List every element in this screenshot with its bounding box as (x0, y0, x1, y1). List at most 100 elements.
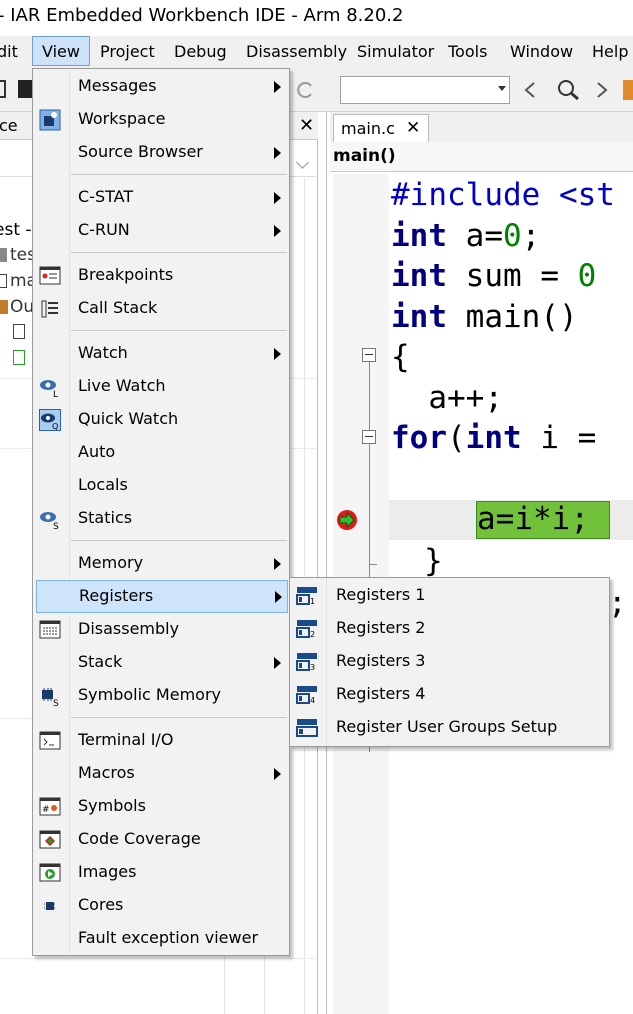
submenu-item-registers-3[interactable]: 3 Registers 3 (290, 645, 609, 678)
function-name: main() (333, 146, 396, 166)
menu-item-disassembly[interactable]: Disassembly (33, 613, 289, 646)
code-line[interactable]: #include <st (391, 177, 615, 213)
function-bar[interactable]: main() (330, 142, 633, 172)
close-icon[interactable]: ✕ (406, 118, 420, 138)
menu-item-breakpoints[interactable]: Breakpoints (33, 259, 289, 292)
menu-item-auto[interactable]: Auto (33, 436, 289, 469)
code-line[interactable]: { (391, 339, 410, 375)
collapse-icon[interactable] (362, 430, 376, 444)
code-line[interactable]: int sum = 0 (391, 258, 596, 294)
symbols-icon: # (39, 797, 61, 816)
search-icon[interactable] (556, 78, 582, 102)
chevron-right-icon[interactable] (594, 80, 610, 100)
submenu-arrow-icon (274, 81, 281, 93)
menu-separator (71, 717, 287, 718)
menu-simulator[interactable]: Simulator (357, 36, 434, 68)
code-line[interactable]: int main() (391, 299, 578, 335)
menu-item-locals[interactable]: Locals (33, 469, 289, 502)
menu-item-statics[interactable]: S Statics (33, 502, 289, 535)
file-icon (13, 350, 25, 365)
new-file-icon[interactable] (0, 80, 6, 98)
menu-separator (71, 252, 287, 253)
code-line[interactable]: a=i*i; (477, 501, 589, 537)
breakpoints-icon (39, 266, 61, 285)
menu-view[interactable]: View (32, 36, 90, 66)
menu-bar: dit View Project Debug Disassembly Simul… (0, 36, 633, 68)
svg-text:4: 4 (310, 696, 315, 705)
submenu-arrow-icon (274, 657, 281, 669)
menu-tools[interactable]: Tools (448, 36, 487, 68)
svg-text:1: 1 (310, 597, 315, 606)
submenu-item-registers-1[interactable]: 1 Registers 1 (290, 579, 609, 612)
menu-item-macros[interactable]: Macros (33, 757, 289, 790)
find-combobox[interactable] (340, 76, 510, 104)
call-stack-icon (41, 300, 58, 318)
tree-project-item[interactable]: est - (0, 220, 32, 240)
menu-project[interactable]: Project (100, 36, 155, 68)
submenu-arrow-icon (274, 147, 281, 159)
menu-item-terminal-io[interactable]: Terminal I/O (33, 724, 289, 757)
tab-label: main.c (341, 119, 395, 138)
tree-item[interactable]: Ou (10, 297, 34, 317)
menu-item-watch[interactable]: Watch (33, 337, 289, 370)
view-menu: Messages Workspace Source Browser C-STAT… (32, 68, 290, 956)
menu-separator (71, 330, 287, 331)
svg-text:S: S (53, 699, 59, 707)
menu-item-c-run[interactable]: C-RUN (33, 214, 289, 247)
code-line[interactable]: } (424, 543, 443, 579)
menu-item-workspace[interactable]: Workspace (33, 103, 289, 136)
submenu-arrow-icon (274, 348, 281, 360)
menu-item-c-stat[interactable]: C-STAT (33, 181, 289, 214)
menu-item-stack[interactable]: Stack (33, 646, 289, 679)
close-icon[interactable]: ✕ (299, 115, 314, 136)
statics-icon: S (40, 512, 59, 530)
breakpoint-icon[interactable] (335, 508, 359, 532)
terminal-icon (39, 731, 61, 750)
output-folder-icon (0, 300, 8, 314)
registers-icon: 4 (296, 686, 317, 705)
live-watch-icon: L (40, 380, 58, 398)
svg-text:S: S (53, 522, 59, 530)
menu-item-fault-exception-viewer[interactable]: Fault exception viewer (33, 922, 289, 955)
tab-main-c[interactable]: main.c ✕ (333, 114, 429, 142)
file-icon (0, 274, 7, 288)
code-coverage-icon (39, 830, 61, 849)
submenu-item-registers-4[interactable]: 4 Registers 4 (290, 678, 609, 711)
svg-text:Q: Q (52, 422, 58, 431)
svg-text:2: 2 (310, 630, 315, 639)
save-icon[interactable] (18, 80, 32, 98)
submenu-arrow-icon (275, 591, 282, 603)
menu-window[interactable]: Window (510, 36, 573, 68)
menu-item-quick-watch[interactable]: Q Quick Watch (33, 403, 289, 436)
menu-separator (71, 540, 287, 541)
menu-disassembly[interactable]: Disassembly (246, 36, 347, 68)
submenu-arrow-icon (274, 558, 281, 570)
menu-item-source-browser[interactable]: Source Browser (33, 136, 289, 169)
code-line[interactable]: a++; (391, 380, 503, 416)
submenu-item-register-user-groups-setup[interactable]: Register User Groups Setup (290, 711, 609, 744)
menu-item-images[interactable]: Images (33, 856, 289, 889)
redo-icon[interactable] (296, 80, 316, 100)
code-line[interactable]: for(int i = (391, 420, 596, 456)
menu-debug[interactable]: Debug (174, 36, 227, 68)
menu-item-call-stack[interactable]: Call Stack (33, 292, 289, 325)
chevron-left-icon[interactable] (522, 80, 538, 100)
svg-text:3: 3 (310, 663, 315, 672)
code-line[interactable]: int a=0; (391, 218, 540, 254)
collapse-icon[interactable] (362, 348, 376, 362)
toolbar-icon[interactable] (623, 80, 633, 100)
menu-item-code-coverage[interactable]: Code Coverage (33, 823, 289, 856)
registers-icon: 2 (296, 620, 317, 639)
menu-help[interactable]: Help (592, 36, 628, 68)
menu-item-registers[interactable]: Registers (36, 580, 288, 613)
workspace-tab[interactable]: ce (0, 116, 18, 135)
code-line[interactable]: ; (608, 585, 627, 621)
menu-edit[interactable]: dit (0, 36, 18, 68)
menu-item-memory[interactable]: Memory (33, 547, 289, 580)
menu-item-live-watch[interactable]: L Live Watch (33, 370, 289, 403)
menu-item-symbolic-memory[interactable]: S Symbolic Memory (33, 679, 289, 712)
menu-item-symbols[interactable]: # Symbols (33, 790, 289, 823)
submenu-item-registers-2[interactable]: 2 Registers 2 (290, 612, 609, 645)
menu-item-cores[interactable]: Cores (33, 889, 289, 922)
menu-item-messages[interactable]: Messages (33, 70, 289, 103)
